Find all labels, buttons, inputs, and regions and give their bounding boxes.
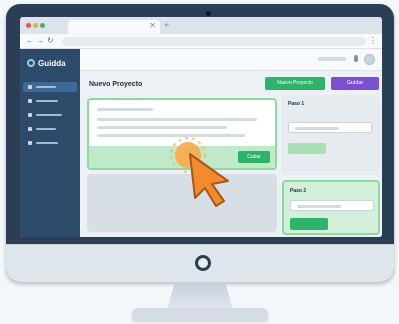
cubar-button[interactable]: Cubar <box>238 151 270 163</box>
text-line-placeholder <box>97 118 257 121</box>
back-icon[interactable]: ← <box>26 36 34 45</box>
card-footer: Cubar <box>89 146 275 168</box>
sidebar-item-label <box>36 86 56 88</box>
sidebar-item-label <box>36 100 58 102</box>
sidebar-item[interactable] <box>23 124 77 134</box>
step-2-input[interactable] <box>290 200 374 211</box>
webcam <box>206 11 211 16</box>
monitor-stand-neck <box>167 282 233 310</box>
step-1-input[interactable] <box>288 122 372 133</box>
monitor-illustration: ✕ + ← → ↻ ⋮ Guidda Nuevo Proyecto Nuevo … <box>0 0 399 324</box>
search-field[interactable] <box>318 57 346 61</box>
reload-icon[interactable]: ↻ <box>47 36 54 45</box>
guide-button[interactable]: Guidar <box>331 77 379 90</box>
menu-item-icon <box>28 141 32 145</box>
main-content: Nuevo Proyecto Nuevo Proyecto Guidar Cub… <box>80 49 382 237</box>
screen: ✕ + ← → ↻ ⋮ Guidda Nuevo Proyecto Nuevo … <box>20 17 382 237</box>
address-bar[interactable] <box>62 37 366 46</box>
sidebar-item[interactable] <box>23 138 77 148</box>
home-icon <box>28 85 32 89</box>
new-project-button[interactable]: Nuevo Proyecto <box>265 77 325 90</box>
window-minimize-dot[interactable] <box>33 23 38 28</box>
step-2-button[interactable] <box>290 218 328 230</box>
project-card[interactable]: Cubar <box>87 98 277 170</box>
microphone-icon[interactable] <box>354 55 358 62</box>
menu-item-icon <box>28 99 32 103</box>
step-1-panel: Paso 1 <box>282 95 380 175</box>
menu-item-icon <box>28 127 32 131</box>
browser-menu-icon[interactable]: ⋮ <box>369 36 377 45</box>
input-placeholder <box>295 127 339 130</box>
monitor-stand-base <box>132 308 268 320</box>
sidebar-item-label <box>36 142 58 144</box>
window-maximize-dot[interactable] <box>40 23 45 28</box>
step-2-panel: Paso 2 <box>282 180 380 235</box>
input-placeholder <box>297 205 341 208</box>
step-1-label: Paso 1 <box>288 101 305 107</box>
sidebar-item-label <box>36 128 56 130</box>
brand-name: Guidda <box>38 58 66 68</box>
browser-toolbar: ← → ↻ ⋮ <box>20 34 382 49</box>
forward-icon[interactable]: → <box>36 36 44 45</box>
step-2-label: Paso 2 <box>290 188 307 194</box>
new-tab-icon[interactable]: + <box>164 20 169 30</box>
card-heading-placeholder <box>97 108 153 111</box>
app-topbar <box>80 49 382 71</box>
page-title: Nuevo Proyecto <box>89 81 143 88</box>
browser-tab-strip: ✕ + <box>20 17 382 34</box>
avatar[interactable] <box>364 54 375 65</box>
sidebar-item-label <box>36 114 62 116</box>
text-line-placeholder <box>97 134 245 137</box>
sidebar-item[interactable] <box>23 110 77 120</box>
menu-item-icon <box>28 113 32 117</box>
sidebar-item-home[interactable] <box>23 82 77 92</box>
sidebar-item[interactable] <box>23 96 77 106</box>
logo-icon <box>27 59 35 67</box>
sidebar: Guidda <box>20 49 80 237</box>
tab-close-icon[interactable]: ✕ <box>149 21 156 30</box>
step-1-button[interactable] <box>288 143 326 154</box>
empty-card <box>87 174 277 232</box>
window-close-dot[interactable] <box>26 23 31 28</box>
power-button-icon <box>195 255 211 271</box>
browser-tab[interactable]: ✕ <box>68 20 160 34</box>
text-line-placeholder <box>97 126 227 129</box>
brand: Guidda <box>27 57 66 69</box>
